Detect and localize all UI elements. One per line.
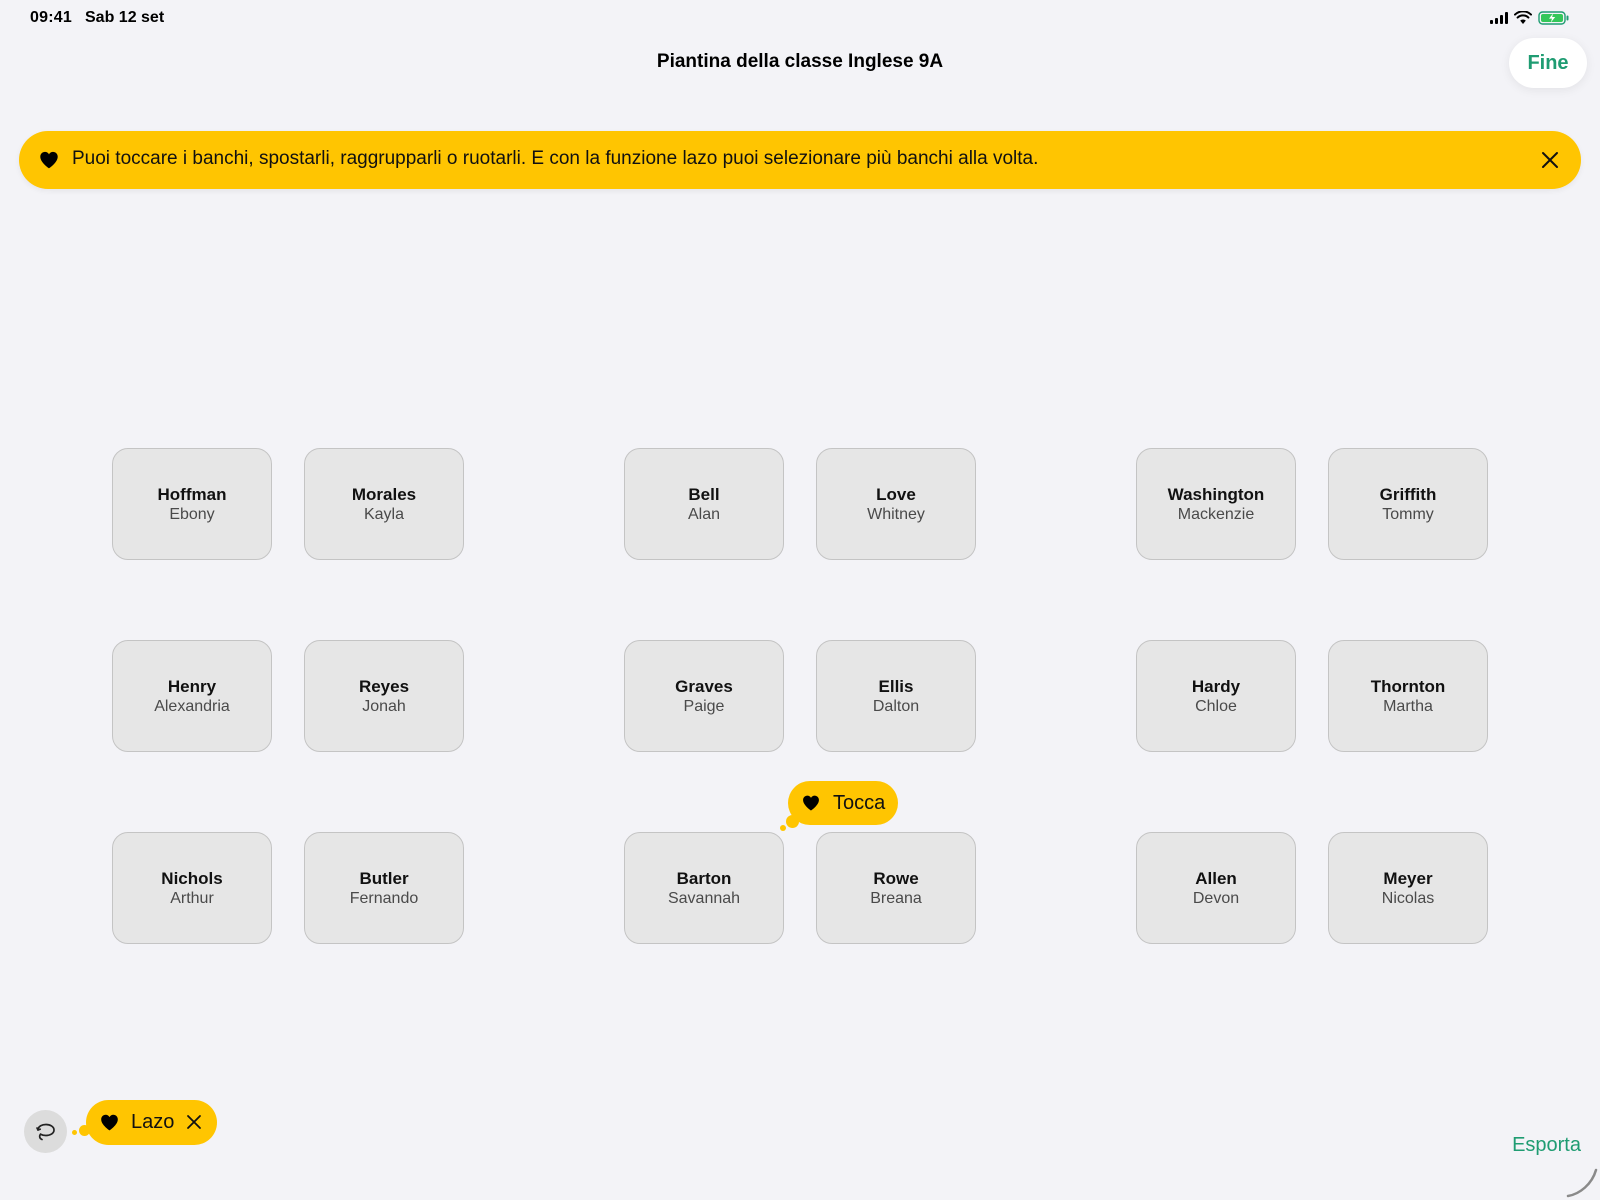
- desk-last-name: Morales: [351, 484, 417, 504]
- desk-last-name: Hardy: [1191, 676, 1241, 696]
- desk-first-name: Martha: [1383, 697, 1433, 715]
- page-title: Piantina della classe Inglese 9A: [656, 51, 944, 72]
- desk-last-name: Thornton: [1370, 676, 1446, 696]
- lasso-hint-label: Lazo: [131, 1111, 175, 1133]
- desk[interactable]: Allen Devon: [1136, 832, 1296, 944]
- close-icon: [1542, 152, 1558, 168]
- desk[interactable]: Graves Paige: [624, 640, 784, 752]
- desk[interactable]: Ellis Dalton: [816, 640, 976, 752]
- desk-first-name: Ebony: [169, 505, 215, 523]
- banner-text: Puoi toccare i banchi, spostarli, raggru…: [72, 148, 1039, 169]
- status-icons: [1490, 9, 1570, 27]
- tip-banner: Puoi toccare i banchi, spostarli, raggru…: [19, 131, 1581, 189]
- desk-first-name: Devon: [1192, 889, 1240, 907]
- desk-first-name: Arthur: [170, 889, 214, 907]
- desk-first-name: Tommy: [1382, 505, 1434, 523]
- desk[interactable]: Thornton Martha: [1328, 640, 1488, 752]
- close-icon[interactable]: [185, 1113, 203, 1131]
- desk-last-name: Allen: [1195, 868, 1237, 888]
- tooltip-tail-dot: [780, 825, 786, 831]
- battery-charging-icon: [1538, 11, 1569, 25]
- desk-first-name: Fernando: [349, 889, 419, 907]
- desk[interactable]: Washington Mackenzie: [1136, 448, 1296, 560]
- desk-first-name: Dalton: [872, 697, 920, 715]
- desk[interactable]: Reyes Jonah: [304, 640, 464, 752]
- desk-last-name: Griffith: [1379, 484, 1437, 504]
- desk[interactable]: Henry Alexandria: [112, 640, 272, 752]
- desk[interactable]: Love Whitney: [816, 448, 976, 560]
- desk-first-name: Nicolas: [1381, 889, 1435, 907]
- lasso-button[interactable]: [24, 1110, 67, 1153]
- desk-last-name: Reyes: [358, 676, 410, 696]
- desk-last-name: Meyer: [1383, 868, 1433, 888]
- desk-first-name: Paige: [683, 697, 725, 715]
- desk-last-name: Love: [876, 484, 916, 504]
- desk[interactable]: Rowe Breana: [816, 832, 976, 944]
- desk-first-name: Savannah: [667, 889, 741, 907]
- tooltip-label: Tocca: [833, 792, 886, 814]
- wifi-icon: [1514, 11, 1532, 24]
- export-button[interactable]: Esporta: [1512, 1134, 1581, 1157]
- desk-last-name: Nichols: [161, 868, 223, 888]
- tap-hint-tooltip: Tocca: [788, 781, 898, 825]
- heart-icon: [803, 795, 819, 811]
- desk-last-name: Hoffman: [157, 484, 227, 504]
- heart-icon: [40, 151, 58, 169]
- desk[interactable]: Griffith Tommy: [1328, 448, 1488, 560]
- desk-last-name: Butler: [359, 868, 409, 888]
- desk-last-name: Barton: [676, 868, 732, 888]
- desk-first-name: Jonah: [362, 697, 406, 715]
- desk[interactable]: Hoffman Ebony: [112, 448, 272, 560]
- desk-first-name: Whitney: [867, 505, 925, 523]
- desk-last-name: Bell: [688, 484, 720, 504]
- status-time: 09:41: [30, 9, 72, 26]
- done-button[interactable]: Fine: [1509, 38, 1587, 88]
- desk-first-name: Kayla: [363, 505, 405, 523]
- desk[interactable]: Meyer Nicolas: [1328, 832, 1488, 944]
- desk-last-name: Ellis: [878, 676, 914, 696]
- banner-close-button[interactable]: [1533, 143, 1567, 177]
- desk-last-name: Henry: [167, 676, 217, 696]
- status-date: Sab 12 set: [85, 9, 165, 26]
- desk[interactable]: Butler Fernando: [304, 832, 464, 944]
- desk[interactable]: Morales Kayla: [304, 448, 464, 560]
- desk[interactable]: Hardy Chloe: [1136, 640, 1296, 752]
- desk[interactable]: Barton Savannah: [624, 832, 784, 944]
- hint-tail-dot: [72, 1130, 77, 1135]
- desk[interactable]: Bell Alan: [624, 448, 784, 560]
- desk-first-name: Alexandria: [154, 697, 230, 715]
- desk-last-name: Washington: [1167, 484, 1265, 504]
- heart-icon: [101, 1114, 118, 1131]
- lasso-hint-pill: Lazo: [86, 1100, 217, 1145]
- desk-first-name: Chloe: [1195, 697, 1237, 715]
- desk-last-name: Rowe: [873, 868, 919, 888]
- desk-first-name: Mackenzie: [1177, 505, 1255, 523]
- seating-chart-screen: 09:41 Sab 12 set Piantina della classe I…: [0, 0, 1600, 1200]
- desk-first-name: Breana: [870, 889, 922, 907]
- cellular-signal-icon: [1490, 12, 1508, 24]
- corner-grabber-icon: [1566, 1168, 1598, 1198]
- desk-last-name: Graves: [675, 676, 733, 696]
- desk[interactable]: Nichols Arthur: [112, 832, 272, 944]
- lasso-icon: [35, 1123, 55, 1140]
- desk-first-name: Alan: [687, 505, 721, 523]
